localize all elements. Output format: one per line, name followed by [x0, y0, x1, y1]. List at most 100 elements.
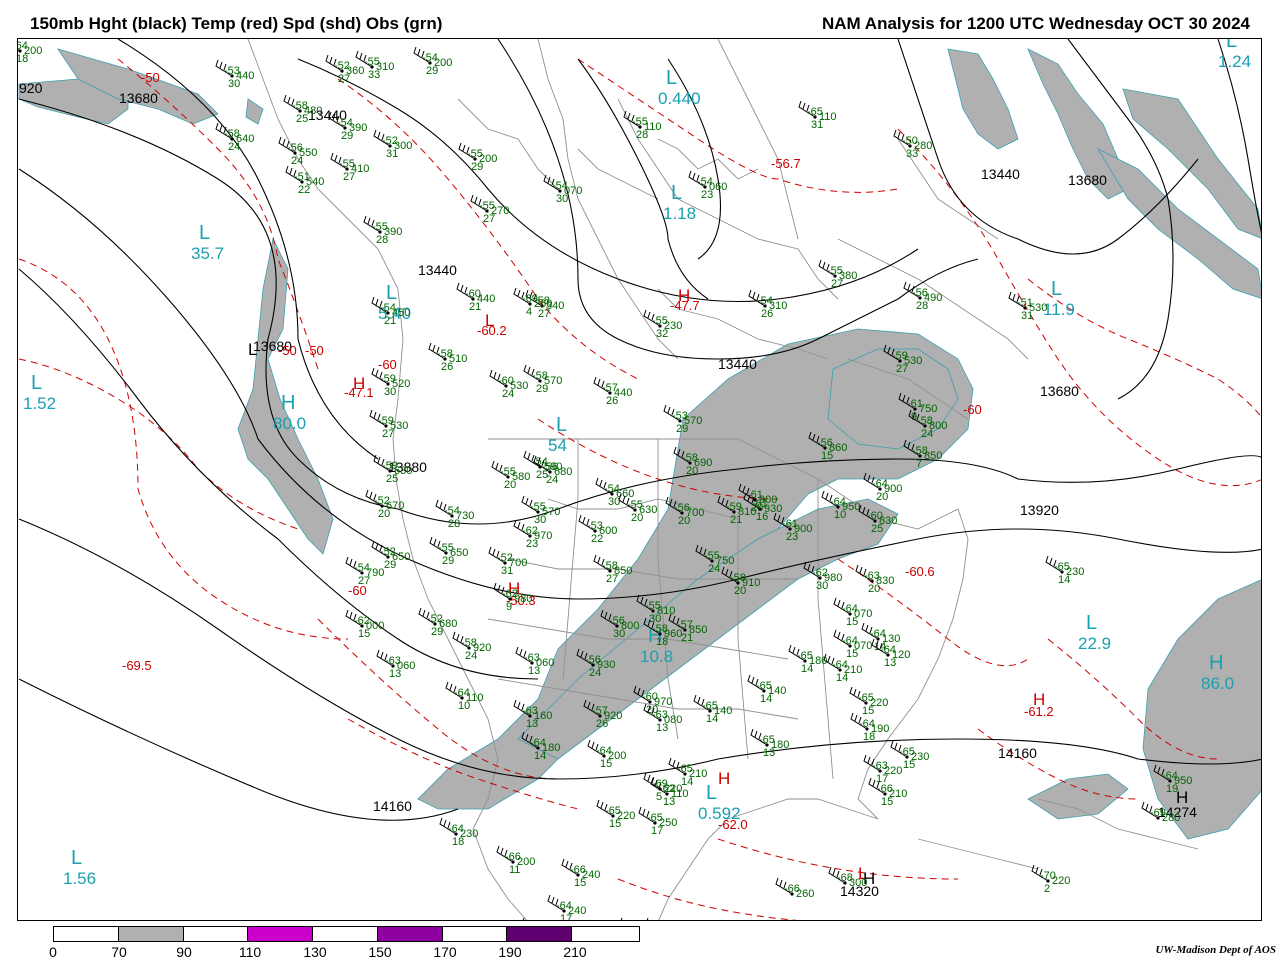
station-observation: -6525017: [638, 806, 677, 837]
obs-dewpoint-depression: 27: [896, 363, 908, 375]
height-contour-label: 13440: [981, 166, 1020, 182]
station-observation: -6420015: [587, 739, 626, 770]
height-contour: [297, 58, 919, 303]
wind-barb: [620, 917, 626, 920]
obs-dewpoint-depression: 14: [836, 672, 848, 684]
obs-dewpoint-depression: 20: [631, 512, 643, 524]
center-letter: L: [199, 222, 210, 244]
station-observation: -5420029: [413, 46, 452, 77]
colorbar-tick-label: 170: [433, 944, 457, 960]
obs-dewpoint-depression: 20: [734, 585, 746, 597]
height-contour-label: 13440: [418, 262, 457, 278]
temp-center-letter: H: [353, 374, 365, 393]
station-observation: -5892024: [452, 631, 491, 662]
obs-dewpoint-depression: 27: [831, 278, 843, 290]
colorbar-segment: [183, 927, 249, 941]
temperature-label: -50: [278, 343, 297, 358]
obs-dewpoint-depression: 29: [431, 626, 443, 638]
obs-dewpoint-depression: 25: [296, 113, 308, 125]
pressure-centers-layer: L35.7L1.52 H80.0L5.40L1.18L11.9L22.9H86.0…: [23, 39, 1251, 888]
obs-dewpoint-depression: 20: [504, 479, 516, 491]
weather-map: 1368013440134401368013440136801344013680…: [18, 39, 1261, 920]
obs-height: 300: [849, 877, 867, 889]
temp-center-letter: L: [485, 311, 494, 330]
obs-dewpoint-depression: 10: [834, 509, 846, 521]
station-observation: -5953027: [369, 409, 408, 440]
colorbar-tick-label: 130: [303, 944, 327, 960]
station-observation: -5655024: [278, 136, 317, 167]
center-value: 11.9: [1043, 300, 1075, 319]
obs-dewpoint-depression: 28: [636, 129, 648, 141]
station-observation: -66180: [646, 917, 652, 920]
obs-dewpoint-depression: 29: [471, 161, 483, 173]
temperature-label: -50: [141, 70, 160, 85]
obs-dewpoint-depression: 14: [706, 713, 718, 725]
station-observation: -5557030: [521, 495, 560, 526]
colorbar-segment: [572, 927, 640, 941]
obs-height: 220: [664, 783, 682, 795]
coastline-border: [857, 508, 969, 820]
center-letter: L: [386, 282, 397, 304]
height-contour-label: 13920: [1020, 502, 1059, 518]
obs-dewpoint-depression: 19: [1166, 783, 1178, 795]
station-observation: -5558020: [491, 460, 530, 491]
station-observation: -6518014: [788, 644, 827, 675]
obs-height: 260: [796, 888, 814, 900]
obs-dewpoint-depression: 24: [589, 667, 601, 679]
obs-dewpoint-depression: 15: [903, 759, 915, 771]
obs-dewpoint-depression: 21: [730, 514, 742, 526]
obs-dewpoint-depression: 31: [811, 119, 823, 131]
station-observation: -5857029: [523, 364, 562, 395]
station-observation: -5523032: [643, 309, 682, 340]
obs-dewpoint-depression: 24: [291, 155, 303, 167]
station-observation: -6424017: [547, 894, 586, 920]
obs-dewpoint-depression: 14: [801, 663, 813, 675]
speed-shade-region: [1142, 579, 1261, 840]
obs-dewpoint-depression: 20: [678, 515, 690, 527]
station-observation: -6306013: [376, 649, 415, 680]
obs-dewpoint-depression: 24: [502, 388, 514, 400]
temperature-label: -60.6: [905, 564, 935, 579]
center-value: 86.0: [1201, 674, 1234, 693]
obs-dewpoint-depression: 14: [760, 693, 772, 705]
station-observation: -6044021: [456, 282, 495, 313]
obs-dewpoint-depression: 26: [761, 308, 773, 320]
obs-dewpoint-depression: 29: [426, 65, 438, 77]
obs-dewpoint-depression: 7: [916, 458, 922, 470]
center-letter: L: [71, 847, 82, 869]
speed-shade-region: [1122, 88, 1261, 239]
station-observation: -5344030: [215, 59, 254, 90]
obs-dewpoint-depression: 21: [469, 301, 481, 313]
obs-height: 850: [924, 450, 942, 462]
center-letter: L: [1051, 278, 1062, 300]
coastline-border: [917, 838, 1039, 870]
colorbar-segment: [442, 927, 508, 941]
coastline-border: [577, 148, 659, 200]
colorbar-tick-label: 150: [368, 944, 392, 960]
height-contour-label: 14160: [998, 745, 1037, 761]
obs-dewpoint-depression: 30: [608, 496, 620, 508]
obs-dewpoint-depression: 29: [442, 555, 454, 567]
height-center-letter: L: [248, 340, 257, 359]
center-value: 1.56: [63, 869, 96, 888]
obs-dewpoint-depression: 27: [606, 573, 618, 585]
obs-dewpoint-depression: 15: [862, 705, 874, 717]
center-letter: L: [671, 182, 682, 204]
height-contour-label: 14160: [373, 798, 412, 814]
colorbar-segment: [54, 927, 119, 941]
obs-dewpoint-depression: 10: [458, 700, 470, 712]
obs-dewpoint-depression: 15: [358, 628, 370, 640]
obs-dewpoint-depression: 2: [1044, 883, 1050, 895]
obs-dewpoint-depression: 20: [378, 508, 390, 520]
station-observation: -6419018: [850, 712, 889, 743]
center-value: 1.52: [23, 394, 56, 413]
temperature-label: -56.7: [771, 156, 801, 171]
obs-dewpoint-depression: 27: [338, 73, 350, 85]
obs-dewpoint-depression: 30: [556, 193, 568, 205]
height-contour-label: 13440: [718, 356, 757, 372]
obs-dewpoint-depression: 31: [1021, 310, 1033, 322]
coastline-border: [657, 138, 759, 180]
obs-dewpoint-depression: 26: [606, 395, 618, 407]
obs-dewpoint-depression: 28: [376, 234, 388, 246]
colorbar-segment: [118, 927, 184, 941]
